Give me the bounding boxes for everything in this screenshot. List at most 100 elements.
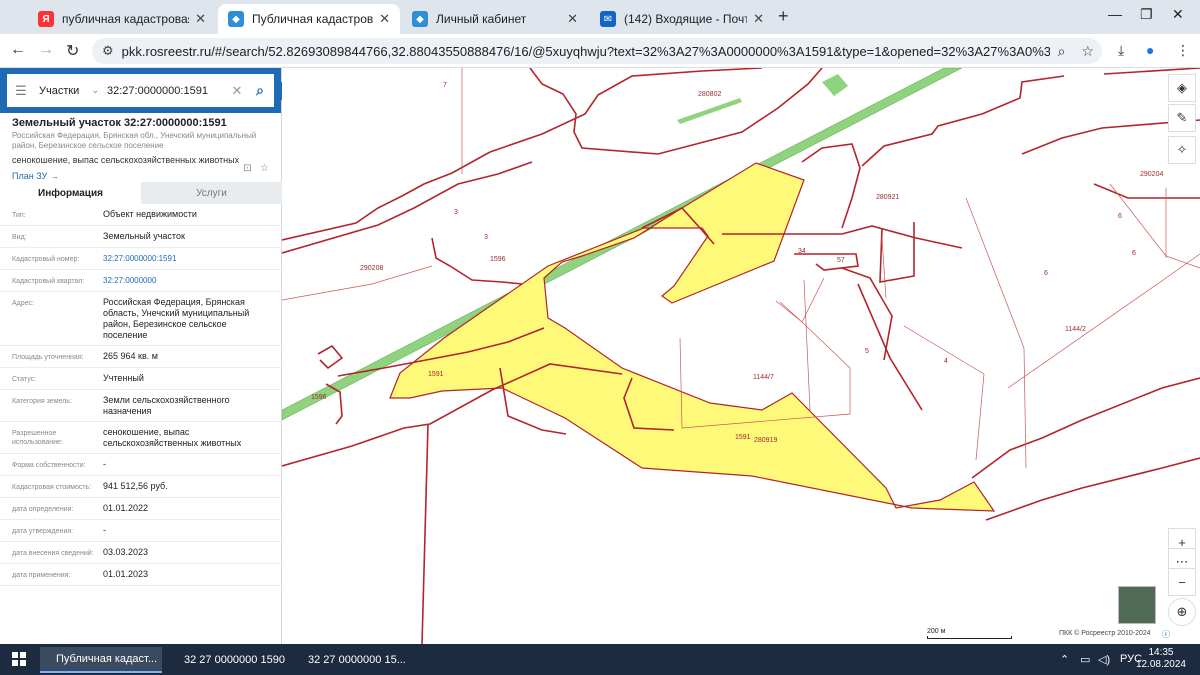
plan-link[interactable]: План ЗУ → bbox=[12, 171, 269, 181]
cadastral-number-link[interactable]: 32:27:0000000:1591 bbox=[103, 253, 282, 265]
property-key: дата применения: bbox=[12, 572, 71, 579]
tab-title: публичная кадастровая карта bbox=[62, 12, 190, 26]
browser-tab-pkk[interactable]: ◆ Публичная кадастровая карта ✕ bbox=[218, 4, 400, 34]
property-row: Вид: Земельный участок bbox=[0, 226, 282, 248]
property-key: Вид: bbox=[12, 234, 27, 241]
close-icon[interactable]: ✕ bbox=[567, 11, 578, 27]
rosreestr-icon: ◆ bbox=[228, 11, 244, 27]
windows-start-icon[interactable] bbox=[12, 652, 26, 666]
site-settings-icon[interactable]: ⚙ bbox=[102, 43, 114, 59]
search-box: ☰ Участки ⌄ 32:27:0000000:1591 ✕ ⌕ bbox=[7, 74, 274, 107]
panel-tabs: Информация Услуги bbox=[0, 182, 282, 204]
search-input[interactable]: 32:27:0000000:1591 bbox=[99, 85, 228, 97]
taskbar-item-app[interactable]: 32 27 0000000 15... bbox=[292, 647, 412, 673]
system-clock[interactable]: 14:35 12.08.2024 bbox=[1136, 647, 1186, 671]
favorite-star-icon[interactable]: ☆ bbox=[260, 163, 269, 174]
url-field[interactable]: ⚙ pkk.rosreestr.ru/#/search/52.826930898… bbox=[92, 38, 1102, 64]
close-window-icon[interactable]: ✕ bbox=[1172, 6, 1184, 23]
menu-icon[interactable]: ⋮ bbox=[1176, 42, 1190, 59]
selected-parcel bbox=[389, 162, 996, 512]
map-canvas[interactable] bbox=[282, 68, 1200, 644]
taskbar-item-folder[interactable]: 32 27 0000000 1590 bbox=[168, 647, 288, 673]
basemap-switch-thumbnail[interactable] bbox=[1118, 586, 1156, 624]
browser-tab-strip: Я публичная кадастровая карта ✕ ◆ Публич… bbox=[0, 0, 1200, 34]
yandex-icon: Я bbox=[38, 11, 54, 27]
mail-icon: ✉ bbox=[600, 11, 616, 27]
tab-title: Публичная кадастровая карта bbox=[252, 12, 374, 26]
property-row: Кадастровая стоимость: 941 512,56 руб. bbox=[0, 476, 282, 498]
new-tab-button[interactable]: + bbox=[778, 6, 789, 27]
zoom-icon[interactable]: ⌕ bbox=[1058, 43, 1066, 60]
browser-tab-yandex[interactable]: Я публичная кадастровая карта ✕ bbox=[28, 4, 216, 34]
property-key: Разрешенное использование: bbox=[12, 430, 63, 446]
map-label: 280921 bbox=[876, 194, 900, 201]
property-key: дата определения: bbox=[12, 506, 74, 513]
tab-info[interactable]: Информация bbox=[0, 182, 141, 204]
browser-tab-cabinet[interactable]: ◆ Личный кабинет ✕ bbox=[402, 4, 588, 34]
clear-icon[interactable]: ✕ bbox=[228, 83, 246, 99]
property-value: Земельный участок bbox=[103, 231, 185, 241]
network-icon[interactable]: ▭ bbox=[1080, 653, 1090, 666]
rosreestr-icon: ◆ bbox=[412, 11, 428, 27]
cadastral-map[interactable]: 7 280802 3 3 1596 290208 1591 1596 34 57… bbox=[282, 68, 1200, 644]
property-value: Земли сельскохозяйственного назначения bbox=[103, 395, 230, 416]
property-key: Кадастровая стоимость: bbox=[12, 484, 92, 491]
volume-icon[interactable]: ◁) bbox=[1098, 653, 1110, 666]
map-label: 34 bbox=[798, 248, 806, 255]
search-icon[interactable]: ⌕ bbox=[246, 82, 274, 99]
minimize-icon[interactable]: — bbox=[1108, 6, 1122, 22]
close-icon[interactable]: ✕ bbox=[379, 11, 390, 27]
reload-icon[interactable]: ↻ bbox=[66, 41, 79, 61]
download-icon[interactable]: ⤓ bbox=[1118, 42, 1124, 59]
hamburger-icon[interactable]: ☰ bbox=[7, 83, 35, 99]
map-label: 3 bbox=[454, 209, 458, 216]
taskbar-item-label: 32 27 0000000 1590 bbox=[184, 654, 285, 666]
map-label: 1144/2 bbox=[1065, 326, 1086, 333]
zoom-out-button[interactable]: − bbox=[1168, 568, 1196, 596]
map-label: 280919 bbox=[754, 437, 778, 444]
layers-icon[interactable]: ◈ bbox=[1168, 74, 1196, 102]
property-row: Разрешенное использование: сенокошение, в… bbox=[0, 422, 282, 454]
property-key: Статус: bbox=[12, 376, 37, 383]
zoom-to-object-icon[interactable]: ⊡ bbox=[243, 163, 251, 174]
road-strip-top bbox=[677, 98, 742, 124]
object-header: Земельный участок 32:27:0000000:1591 Рос… bbox=[0, 113, 281, 181]
property-row: Форма собственности: - bbox=[0, 454, 282, 476]
search-bar: ☰ Участки ⌄ 32:27:0000000:1591 ✕ ⌕ ‹ bbox=[0, 68, 289, 113]
clock-date: 12.08.2024 bbox=[1135, 659, 1186, 670]
tab-services[interactable]: Услуги bbox=[141, 182, 282, 204]
property-list: Тип: Объект недвижимости Вид: Земельный уч… bbox=[0, 204, 282, 586]
tray-chevron-icon[interactable]: ⌃ bbox=[1060, 653, 1069, 666]
close-icon[interactable]: ✕ bbox=[753, 11, 764, 27]
profile-icon[interactable]: ● bbox=[1146, 42, 1154, 58]
map-label: 1144/7 bbox=[753, 374, 774, 381]
search-type-select[interactable]: Участки ⌄ bbox=[35, 85, 99, 97]
locate-icon[interactable]: ✧ bbox=[1168, 136, 1196, 164]
map-label: 1591 bbox=[735, 434, 751, 441]
back-icon[interactable]: ← bbox=[10, 41, 26, 59]
scale-bar bbox=[927, 636, 1012, 639]
property-value: 03.03.2023 bbox=[103, 547, 149, 557]
map-label: 6 bbox=[1118, 213, 1122, 220]
search-type-label: Участки bbox=[39, 84, 80, 97]
map-label: 1591 bbox=[428, 371, 444, 378]
bookmark-star-icon[interactable]: ☆ bbox=[1081, 43, 1094, 60]
property-value: 01.01.2022 bbox=[103, 503, 149, 513]
property-value: 941 512,56 руб. bbox=[103, 481, 168, 491]
ruler-icon[interactable]: ✎ bbox=[1168, 104, 1196, 132]
browser-tab-mail[interactable]: ✉ (142) Входящие - Почта Mail.ru ✕ bbox=[590, 4, 774, 34]
clock-time: 14:35 bbox=[1148, 647, 1174, 658]
property-value: - bbox=[103, 459, 106, 469]
map-label: 4 bbox=[944, 358, 948, 365]
property-row: Категория земель: Земли сельскохозяйствен… bbox=[0, 390, 282, 422]
taskbar-item-chrome[interactable]: Публичная кадаст... bbox=[40, 647, 162, 673]
close-icon[interactable]: ✕ bbox=[195, 11, 206, 27]
forward-icon[interactable]: → bbox=[38, 41, 54, 59]
object-actions: ⊡ ☆ bbox=[243, 163, 269, 174]
compass-icon[interactable]: ⊕ bbox=[1168, 598, 1196, 626]
road-strip-small bbox=[822, 74, 848, 96]
maximize-icon[interactable]: ❐ bbox=[1140, 6, 1153, 23]
cadastral-quarter-link[interactable]: 32:27:0000000 bbox=[103, 275, 282, 287]
property-value: Объект недвижимости bbox=[103, 209, 197, 219]
property-key: Площадь уточненная: bbox=[12, 354, 84, 361]
